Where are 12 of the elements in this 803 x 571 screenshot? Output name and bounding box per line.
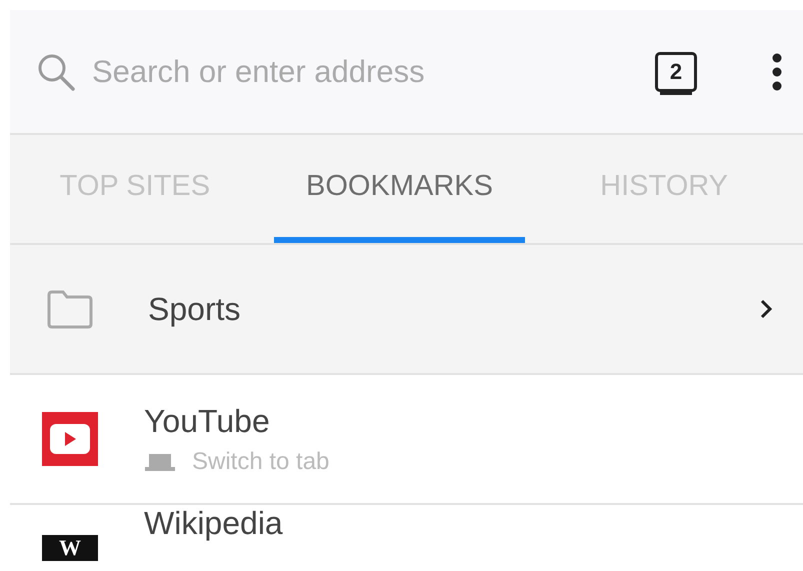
search-field[interactable]: Search or enter address [92,54,552,90]
folder-title: Sports [148,290,242,328]
wikipedia-logo-icon: W [42,535,98,561]
bookmark-title: YouTube [144,402,271,440]
laptop-icon [144,452,176,472]
folder-icon [46,289,94,329]
search-icon [36,52,76,92]
bookmark-title: Wikipedia [144,505,283,542]
chevron-right-icon[interactable] [759,298,773,320]
folder-row[interactable]: Sports [10,245,803,375]
youtube-logo-icon [42,412,98,466]
menu-icon[interactable] [771,52,783,92]
